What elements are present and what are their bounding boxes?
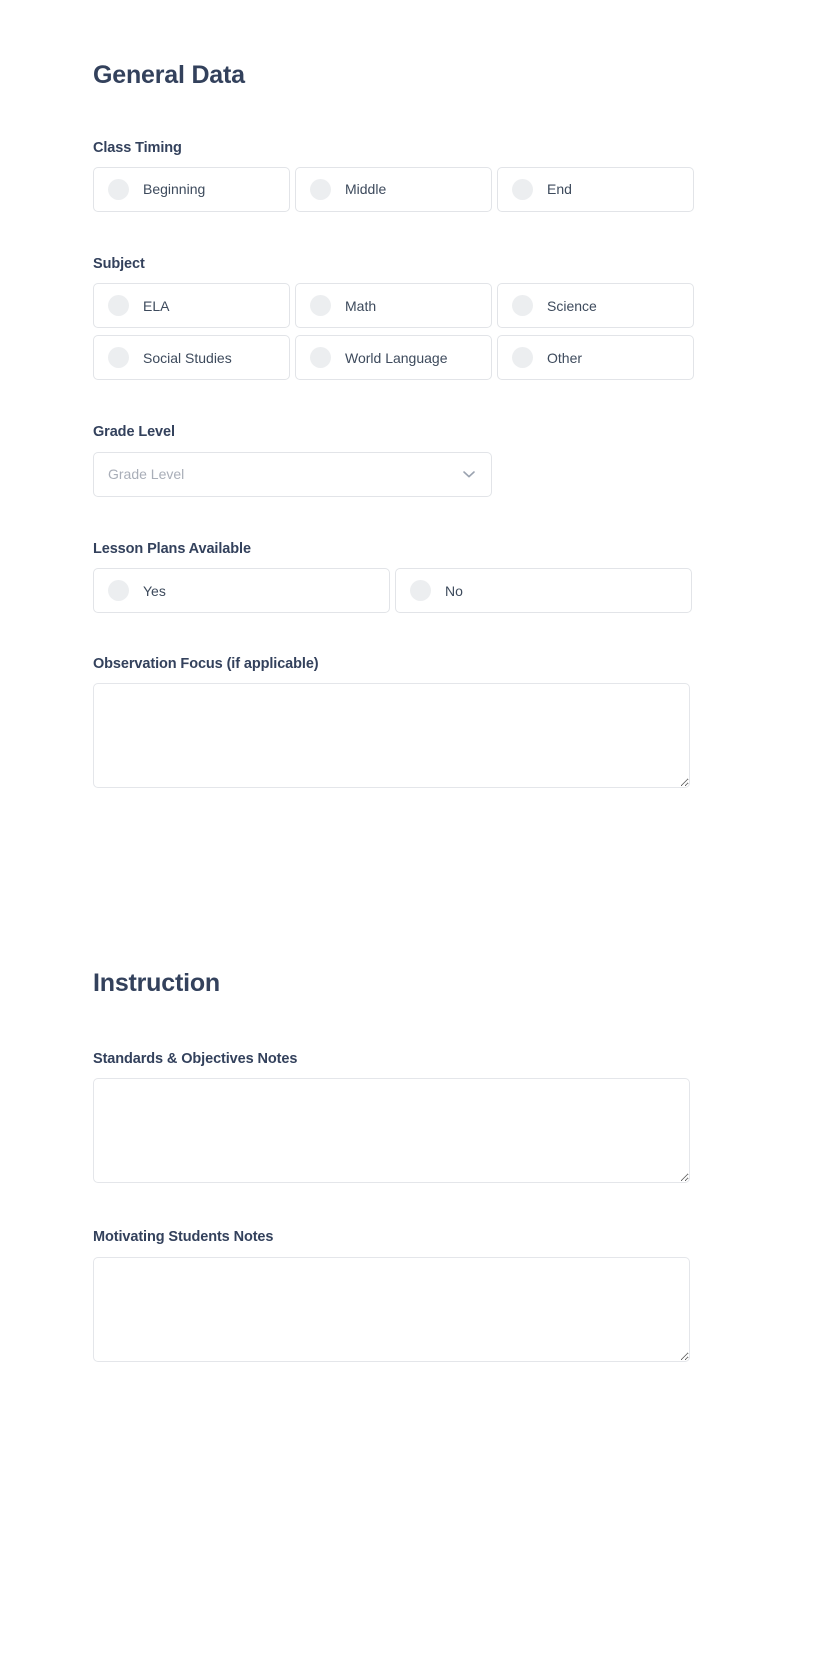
section-general-data: General Data Class Timing Beginning Midd… xyxy=(93,61,713,793)
observation-focus-textarea[interactable] xyxy=(93,683,690,789)
form-content: General Data Class Timing Beginning Midd… xyxy=(93,0,713,1367)
radio-icon[interactable] xyxy=(512,347,533,369)
option-label: ELA xyxy=(143,297,170,314)
field-motivating-students-notes: Motivating Students Notes xyxy=(93,1229,713,1366)
instruction-title: Instruction xyxy=(93,969,220,998)
option-subject-other[interactable]: Other xyxy=(497,335,694,381)
option-label: World Language xyxy=(345,349,448,366)
section-instruction: Instruction Standards & Objectives Notes… xyxy=(93,970,713,1366)
grade-level-select[interactable]: Grade Level xyxy=(93,451,492,497)
field-label-observation-focus: Observation Focus (if applicable) xyxy=(93,656,319,673)
option-subject-social-studies[interactable]: Social Studies xyxy=(93,335,290,381)
option-label: Math xyxy=(345,297,377,314)
option-label: Social Studies xyxy=(143,349,232,366)
option-class-timing-beginning[interactable]: Beginning xyxy=(93,166,290,212)
field-standards-objectives-notes: Standards & Objectives Notes xyxy=(93,1051,713,1188)
chevron-down-icon[interactable] xyxy=(462,467,476,481)
option-group-subject: ELA Math Science Social Studies World La… xyxy=(93,283,713,381)
option-lesson-plans-yes[interactable]: Yes xyxy=(93,568,390,614)
field-label-subject: Subject xyxy=(93,255,145,272)
radio-icon[interactable] xyxy=(310,178,331,200)
field-observation-focus: Observation Focus (if applicable) xyxy=(93,656,713,793)
option-label: Middle xyxy=(345,181,387,198)
option-class-timing-end[interactable]: End xyxy=(497,166,694,212)
option-lesson-plans-no[interactable]: No xyxy=(395,568,692,614)
option-subject-world-language[interactable]: World Language xyxy=(295,335,492,381)
grade-level-placeholder: Grade Level xyxy=(108,466,185,483)
field-lesson-plans-available: Lesson Plans Available Yes No xyxy=(93,540,713,614)
field-label-lesson-plans-available: Lesson Plans Available xyxy=(93,540,251,557)
observation-form-page: General Data Class Timing Beginning Midd… xyxy=(0,0,840,1680)
motivating-students-notes-textarea[interactable] xyxy=(93,1256,690,1362)
radio-icon[interactable] xyxy=(410,580,431,602)
radio-icon[interactable] xyxy=(108,580,129,602)
option-label: No xyxy=(445,582,463,599)
option-group-lesson-plans: Yes No xyxy=(93,568,713,614)
field-label-grade-level: Grade Level xyxy=(93,424,175,441)
option-label: Science xyxy=(547,297,597,314)
radio-icon[interactable] xyxy=(310,347,331,369)
field-label-class-timing: Class Timing xyxy=(93,139,182,156)
option-label: Other xyxy=(547,349,583,366)
radio-icon[interactable] xyxy=(108,295,129,317)
radio-icon[interactable] xyxy=(512,178,533,200)
option-label: Yes xyxy=(143,582,166,599)
radio-icon[interactable] xyxy=(108,347,129,369)
option-subject-science[interactable]: Science xyxy=(497,283,694,329)
option-group-class-timing: Beginning Middle End xyxy=(93,166,713,212)
radio-icon[interactable] xyxy=(310,295,331,317)
field-subject: Subject ELA Math Science Social Studies … xyxy=(93,255,713,381)
radio-icon[interactable] xyxy=(512,295,533,317)
field-label-motivating-students-notes: Motivating Students Notes xyxy=(93,1229,274,1246)
option-label: Beginning xyxy=(143,181,206,198)
option-class-timing-middle[interactable]: Middle xyxy=(295,166,492,212)
field-label-standards-objectives-notes: Standards & Objectives Notes xyxy=(93,1050,298,1067)
radio-icon[interactable] xyxy=(108,178,129,200)
page-title: General Data xyxy=(93,61,245,89)
field-class-timing: Class Timing Beginning Middle End xyxy=(93,140,713,212)
option-subject-math[interactable]: Math xyxy=(295,283,492,329)
option-subject-ela[interactable]: ELA xyxy=(93,283,290,329)
standards-objectives-notes-textarea[interactable] xyxy=(93,1078,690,1184)
field-grade-level: Grade Level Grade Level xyxy=(93,424,713,497)
option-label: End xyxy=(547,181,572,198)
